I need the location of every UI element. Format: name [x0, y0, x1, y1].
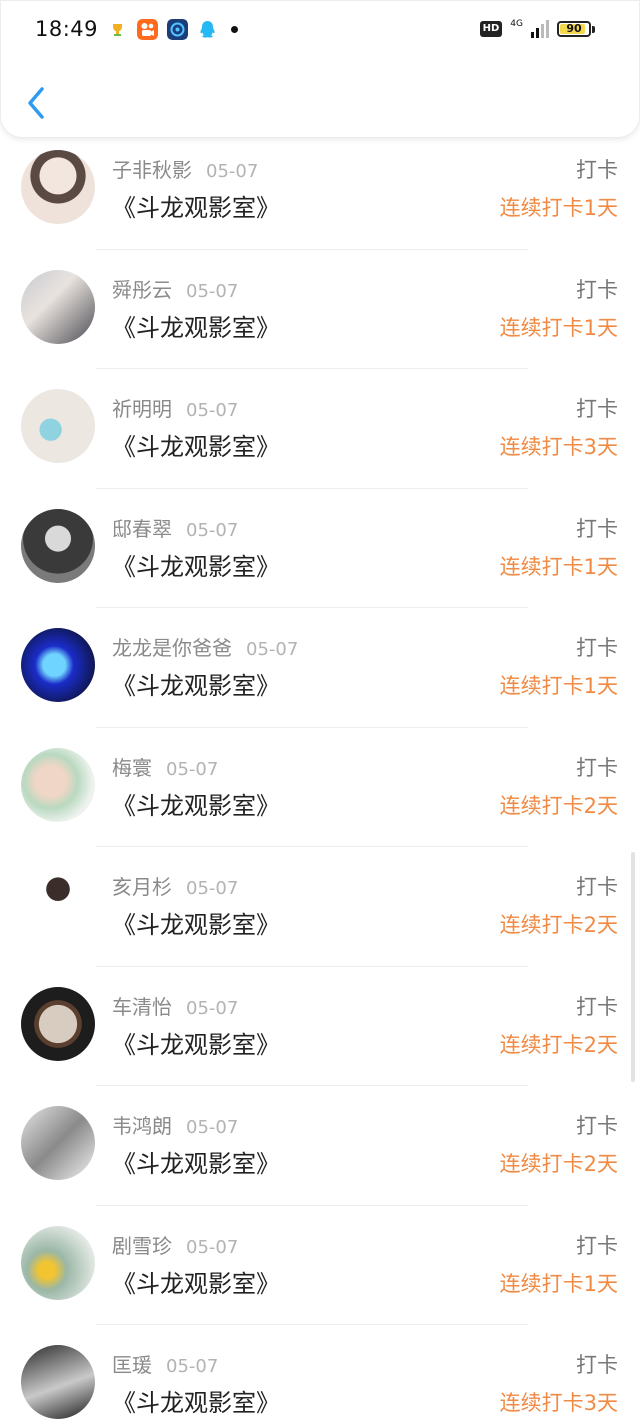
list-item[interactable]: 剧雪珍 05-07 《斗龙观影室》 打卡 连续打卡1天	[0, 1206, 640, 1325]
check-in-label: 打卡	[576, 1233, 618, 1258]
status-right: HD 4G 90	[479, 18, 595, 40]
signal-icon	[531, 20, 549, 38]
streak-label: 连续打卡1天	[499, 554, 618, 579]
network-label: 4G	[510, 18, 523, 29]
avatar[interactable]	[21, 1345, 95, 1419]
streak-label: 连续打卡1天	[499, 1271, 618, 1296]
chevron-left-icon	[28, 87, 44, 119]
room-title[interactable]: 《斗龙观影室》	[112, 427, 280, 462]
notification-icons	[107, 18, 238, 40]
avatar[interactable]	[21, 508, 95, 583]
status-time: 18:49	[35, 17, 99, 41]
streak-label: 连续打卡2天	[499, 1152, 618, 1176]
check-in-label: 打卡	[576, 516, 618, 541]
check-in-list: 子非秋影 05-07 《斗龙观影室》 打卡 连续打卡1天 舜彤云 05-07 《斗龙…	[0, 130, 640, 1422]
check-in-label: 打卡	[576, 277, 618, 302]
check-in-label: 打卡	[576, 158, 618, 182]
streak-label: 连续打卡1天	[499, 674, 618, 698]
battery-text: 90	[566, 22, 582, 35]
avatar[interactable]	[21, 389, 95, 463]
user-name[interactable]: 祈明明	[112, 397, 172, 421]
check-in-label: 打卡	[576, 875, 618, 899]
list-item[interactable]: 车清怡 05-07 《斗龙观影室》 打卡 连续打卡2天	[0, 967, 640, 1086]
user-name[interactable]: 龙龙是你爸爸	[112, 636, 232, 660]
battery-icon: 90	[557, 21, 595, 37]
room-title[interactable]: 《斗龙观影室》	[112, 905, 280, 940]
room-title[interactable]: 《斗龙观影室》	[112, 547, 280, 582]
user-name[interactable]: 邸春翠	[112, 517, 172, 541]
list-item[interactable]: 舜彤云 05-07 《斗龙观影室》 打卡 连续打卡1天	[0, 250, 640, 369]
check-in-label: 打卡	[576, 755, 618, 780]
room-title[interactable]: 《斗龙观影室》	[112, 1144, 280, 1179]
list-item[interactable]: 子非秋影 05-07 《斗龙观影室》 打卡 连续打卡1天	[0, 130, 640, 250]
list-item[interactable]: 祈明明 05-07 《斗龙观影室》 打卡 连续打卡3天	[0, 369, 640, 489]
avatar[interactable]	[21, 986, 95, 1061]
avatar[interactable]	[21, 628, 95, 702]
room-title[interactable]: 《斗龙观影室》	[112, 1383, 280, 1418]
trophy-app-icon	[107, 18, 128, 40]
post-date: 05-07	[166, 1356, 219, 1377]
user-name[interactable]: 梅寰	[112, 756, 152, 780]
list-item[interactable]: 韦鸿朗 05-07 《斗龙观影室》 打卡 连续打卡2天	[0, 1086, 640, 1206]
room-title[interactable]: 《斗龙观影室》	[112, 308, 280, 343]
more-notifications-dot	[231, 25, 238, 33]
room-title[interactable]: 《斗龙观影室》	[112, 188, 280, 223]
streak-label: 连续打卡3天	[499, 435, 618, 459]
hd-badge: HD	[479, 21, 503, 37]
back-button[interactable]	[21, 83, 51, 123]
room-title[interactable]: 《斗龙观影室》	[112, 786, 280, 821]
check-in-label: 打卡	[576, 636, 618, 660]
user-name[interactable]: 亥月杉	[112, 875, 172, 899]
room-title[interactable]: 《斗龙观影室》	[112, 1025, 280, 1060]
list-item[interactable]: 龙龙是你爸爸 05-07 《斗龙观影室》 打卡 连续打卡1天	[0, 608, 640, 728]
post-date: 05-07	[186, 878, 239, 899]
avatar[interactable]	[21, 150, 95, 224]
kuaishou-app-icon	[137, 18, 158, 40]
avatar[interactable]	[21, 1225, 95, 1300]
streak-label: 连续打卡2天	[499, 1032, 618, 1057]
user-name[interactable]: 匡瑗	[112, 1353, 152, 1377]
list-item[interactable]: 匡瑗 05-07 《斗龙观影室》 打卡 连续打卡3天	[0, 1325, 640, 1422]
post-date: 05-07	[186, 519, 239, 541]
list-item[interactable]: 梅寰 05-07 《斗龙观影室》 打卡 连续打卡2天	[0, 728, 640, 847]
post-date: 05-07	[186, 1117, 239, 1138]
avatar[interactable]	[21, 269, 95, 344]
post-date: 05-07	[186, 997, 239, 1019]
post-date: 05-07	[206, 161, 259, 182]
streak-label: 连续打卡1天	[499, 196, 618, 220]
post-date: 05-07	[166, 758, 219, 780]
check-in-label: 打卡	[576, 1353, 618, 1377]
check-in-label: 打卡	[576, 994, 618, 1019]
room-title[interactable]: 《斗龙观影室》	[112, 1264, 280, 1299]
qq-app-icon	[200, 20, 215, 38]
user-name[interactable]: 韦鸿朗	[112, 1114, 172, 1138]
check-in-label: 打卡	[576, 397, 618, 421]
post-date: 05-07	[186, 1236, 239, 1258]
streak-label: 连续打卡3天	[499, 1391, 618, 1415]
blue-app-icon	[167, 18, 188, 40]
post-date: 05-07	[186, 280, 239, 302]
streak-label: 连续打卡2天	[499, 793, 618, 818]
user-name[interactable]: 剧雪珍	[112, 1234, 172, 1258]
room-title[interactable]: 《斗龙观影室》	[112, 666, 280, 701]
streak-label: 连续打卡2天	[499, 913, 618, 937]
check-in-label: 打卡	[576, 1114, 618, 1138]
post-date: 05-07	[186, 400, 239, 421]
avatar[interactable]	[21, 1106, 95, 1180]
avatar[interactable]	[21, 747, 95, 822]
avatar[interactable]	[21, 867, 95, 941]
header: 18:49 HD 4G 90	[0, 0, 640, 138]
list-item[interactable]: 邸春翠 05-07 《斗龙观影室》 打卡 连续打卡1天	[0, 489, 640, 608]
check-in-list-screen: 18:49 HD 4G 90 子非秋影 05-07 《斗龙观影室》 打卡 连续打…	[0, 0, 640, 1422]
user-name[interactable]: 子非秋影	[112, 158, 192, 182]
list-item[interactable]: 亥月杉 05-07 《斗龙观影室》 打卡 连续打卡2天	[0, 847, 640, 967]
post-date: 05-07	[246, 639, 299, 660]
status-bar: 18:49 HD 4G 90	[1, 1, 640, 59]
user-name[interactable]: 车清怡	[112, 995, 172, 1019]
streak-label: 连续打卡1天	[499, 315, 618, 340]
scrollbar[interactable]	[631, 852, 635, 1082]
user-name[interactable]: 舜彤云	[112, 278, 172, 302]
